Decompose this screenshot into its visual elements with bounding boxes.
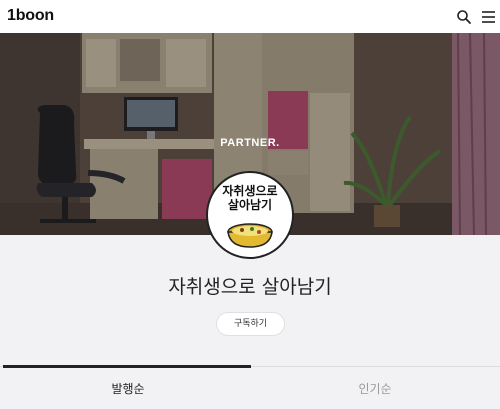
top-navigation-bar: 1boon — [0, 0, 500, 33]
hamburger-menu-icon[interactable] — [481, 9, 497, 25]
sort-tabs: 발행순 인기순 — [0, 365, 500, 409]
active-tab-indicator — [3, 365, 251, 368]
avatar-text-line1: 자취생으로 — [222, 184, 278, 198]
tab-latest[interactable]: 발행순 — [3, 380, 253, 397]
partner-badge: PARTNER. — [220, 137, 280, 149]
channel-title: 자취생으로 살아남기 — [168, 276, 332, 298]
avatar-text-line2: 살아남기 — [227, 198, 273, 212]
logo[interactable]: 1boon — [7, 7, 54, 25]
tab-popular[interactable]: 인기순 — [250, 380, 500, 397]
channel-avatar[interactable]: 자취생으로 살아남기 — [206, 171, 294, 259]
subscribe-button[interactable]: 구독하기 — [216, 312, 285, 336]
search-icon[interactable] — [456, 9, 472, 25]
